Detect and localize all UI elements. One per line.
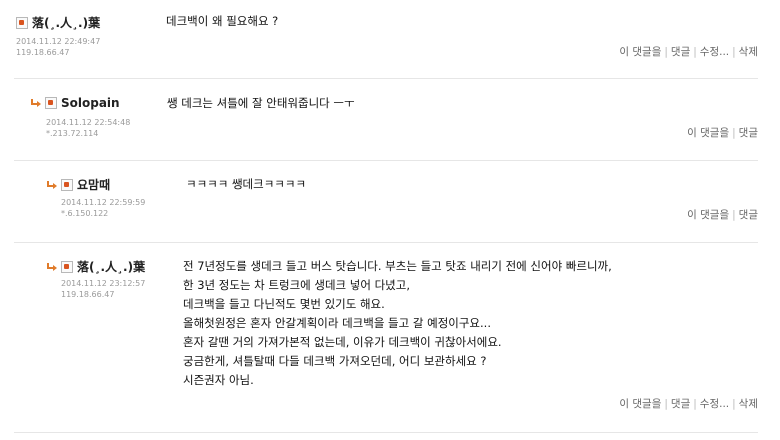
comment-actions: 이 댓글을 | 댓글 | 수정... | 삭제 [619, 396, 758, 411]
action-edit[interactable]: 수정... [700, 46, 729, 58]
comment-meta: 2014.11.12 22:49:47 119.18.66.47 [16, 36, 100, 58]
comment-body: 데크백이 왜 필요해요 ? [166, 12, 278, 31]
comment-line: 데크백이 왜 필요해요 ? [166, 14, 279, 28]
comment-ip: *.213.72.114 [46, 129, 99, 138]
divider: | [664, 46, 668, 58]
profile-icon [61, 260, 73, 273]
comment-line: 혼자 갈땐 거의 가져가본적 없는데, 이유가 데크백이 귀찮아서에요. [183, 335, 502, 349]
author-name[interactable]: 落(¸.人¸.)葉 [77, 258, 145, 275]
comment-line: ㅋㅋㅋㅋ 쌩데크ㅋㅋㅋㅋ [186, 177, 307, 191]
comment-actions: 이 댓글을 | 댓글 [687, 125, 758, 140]
divider [14, 242, 758, 243]
action-reply[interactable]: 댓글 [671, 398, 690, 410]
reply-arrow-icon [47, 180, 57, 189]
comment-line: 쌩 데크는 셔틀에 잘 안태워줍니다 ㅡㅜ [167, 96, 355, 110]
divider [14, 78, 758, 79]
divider: | [664, 398, 668, 410]
comment-date: 2014.11.12 23:12:57 [61, 279, 146, 288]
divider: | [693, 398, 697, 410]
divider: | [732, 398, 736, 410]
divider: | [732, 46, 736, 58]
divider [14, 432, 758, 433]
comment-author[interactable]: Solopain [30, 96, 120, 110]
divider: | [693, 46, 697, 58]
divider [14, 160, 758, 161]
action-delete[interactable]: 삭제 [739, 398, 758, 410]
action-delete[interactable]: 삭제 [739, 46, 758, 58]
reply-arrow-icon [31, 99, 41, 107]
comment-line: 올해첫원정은 혼자 안갈계획이라 데크백을 들고 갈 예정이구요... [183, 316, 491, 330]
comment-actions: 이 댓글을 | 댓글 | 수정... | 삭제 [619, 44, 758, 59]
action-reply[interactable]: 댓글 [739, 209, 758, 221]
author-name[interactable]: 요맘때 [77, 176, 110, 193]
comment-line: 궁금한게, 셔틀탈때 다들 데크백 가져오던데, 어디 보관하세요 ? [183, 354, 487, 368]
action-this-comment[interactable]: 이 댓글을 [687, 127, 729, 139]
comment-date: 2014.11.12 22:59:59 [61, 198, 146, 207]
action-edit[interactable]: 수정... [700, 398, 729, 410]
comment-author[interactable]: 요맘때 [46, 176, 110, 193]
comment-meta: 2014.11.12 22:54:48 *.213.72.114 [46, 117, 130, 139]
action-this-comment[interactable]: 이 댓글을 [619, 398, 661, 410]
profile-icon [61, 178, 73, 191]
comment-author[interactable]: 落(¸.人¸.)葉 [46, 258, 145, 275]
action-this-comment[interactable]: 이 댓글을 [687, 209, 729, 221]
profile-icon [16, 16, 28, 29]
author-name[interactable]: Solopain [61, 96, 120, 110]
divider: | [732, 209, 736, 221]
comment-body: ㅋㅋㅋㅋ 쌩데크ㅋㅋㅋㅋ [186, 175, 306, 194]
comment-ip: 119.18.66.47 [61, 290, 115, 299]
comment-line: 데크백을 들고 다닌적도 몇번 있기도 해요. [183, 297, 385, 311]
profile-icon [45, 97, 57, 109]
action-reply[interactable]: 댓글 [671, 46, 690, 58]
action-this-comment[interactable]: 이 댓글을 [619, 46, 661, 58]
author-name[interactable]: 落(¸.人¸.)葉 [32, 14, 100, 31]
comment-author[interactable]: 落(¸.人¸.)葉 [16, 14, 100, 31]
comment-line: 전 7년정도를 생데크 들고 버스 탓습니다. 부츠는 들고 탓죠 내리기 전에… [183, 259, 612, 273]
comment-ip: *.6.150.122 [61, 209, 109, 218]
comment-date: 2014.11.12 22:49:47 [16, 37, 101, 46]
comment-date: 2014.11.12 22:54:48 [46, 118, 131, 127]
comment-body: 쌩 데크는 셔틀에 잘 안태워줍니다 ㅡㅜ [167, 94, 355, 113]
divider: | [732, 127, 736, 139]
comment-body: 전 7년정도를 생데크 들고 버스 탓습니다. 부츠는 들고 탓죠 내리기 전에… [183, 257, 612, 390]
reply-arrow-icon [47, 262, 57, 271]
comment-actions: 이 댓글을 | 댓글 [687, 207, 758, 222]
comment-meta: 2014.11.12 23:12:57 119.18.66.47 [61, 278, 145, 300]
action-reply[interactable]: 댓글 [739, 127, 758, 139]
comment-line: 한 3년 정도는 차 트렁크에 생데크 넣어 다녔고, [183, 278, 410, 292]
comment-ip: 119.18.66.47 [16, 48, 70, 57]
comment-meta: 2014.11.12 22:59:59 *.6.150.122 [61, 197, 145, 219]
comment-line: 시즌권자 아님. [183, 373, 254, 387]
